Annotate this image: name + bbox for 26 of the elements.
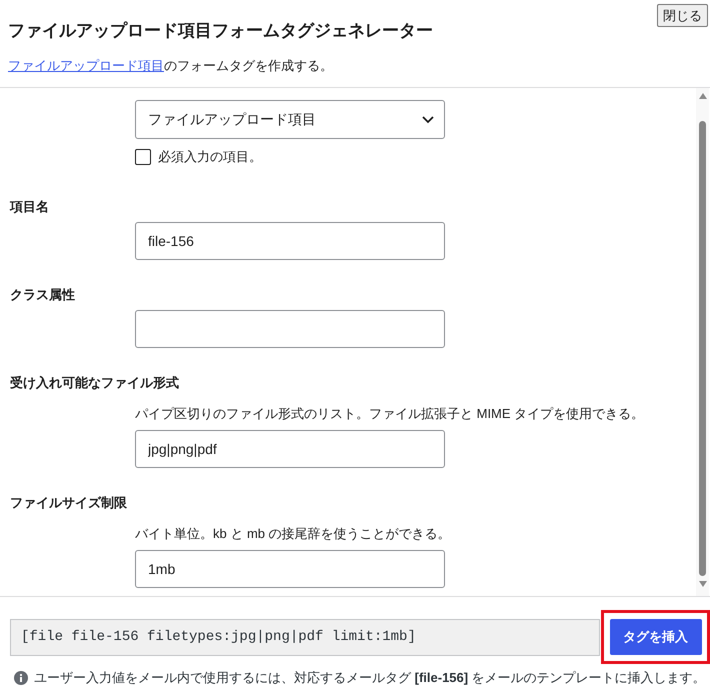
insert-tag-button[interactable]: タグを挿入: [610, 619, 702, 655]
tag-code-field[interactable]: [file file-156 filetypes:jpg|png|pdf limit:1mb]: [10, 618, 600, 656]
text-field[interactable]: 1mb: [135, 550, 445, 588]
dialog-title: ファイルアップロード項目フォームタグジェネレーター: [8, 20, 433, 42]
scroll-down-arrow-icon[interactable]: [698, 581, 706, 587]
field-label: クラス属性: [10, 286, 76, 304]
field-description: バイト単位。kb と mb の接尾辞を使うことができる。: [135, 525, 452, 543]
dropdown[interactable]: ファイルアップロード項目: [135, 100, 445, 139]
scrollbar[interactable]: [696, 88, 709, 596]
text-field[interactable]: [135, 310, 445, 348]
close-button[interactable]: 閉じる: [657, 4, 708, 27]
info-icon: [14, 671, 28, 685]
field-description: パイプ区切りのファイル形式のリスト。ファイル拡張子と MIME タイプを使用できる。: [135, 405, 646, 423]
item-type-link[interactable]: ファイルアップロード項目: [8, 58, 164, 73]
checkbox[interactable]: [135, 149, 151, 165]
scrollbar-thumb[interactable]: [699, 121, 706, 576]
checkbox-label: 必須入力の項目。: [158, 149, 262, 165]
intro-text: ファイルアップロード項目 のフォームタグを作成する。: [8, 57, 334, 75]
scroll-up-arrow-icon[interactable]: [698, 93, 706, 99]
text-field[interactable]: jpg|png|pdf: [135, 430, 445, 468]
note-text: ユーザー入力値をメール内で使用するには、対応するメールタグ [file-156] をメールのテンプレートに挿入します。: [34, 669, 706, 687]
text-field[interactable]: file-156: [135, 222, 445, 260]
field-label: 受け入れ可能なファイル形式: [10, 374, 180, 392]
field-label: ファイルサイズ制限: [10, 494, 128, 512]
field-label: 項目名: [10, 198, 50, 216]
chevron-down-icon: [422, 116, 434, 124]
